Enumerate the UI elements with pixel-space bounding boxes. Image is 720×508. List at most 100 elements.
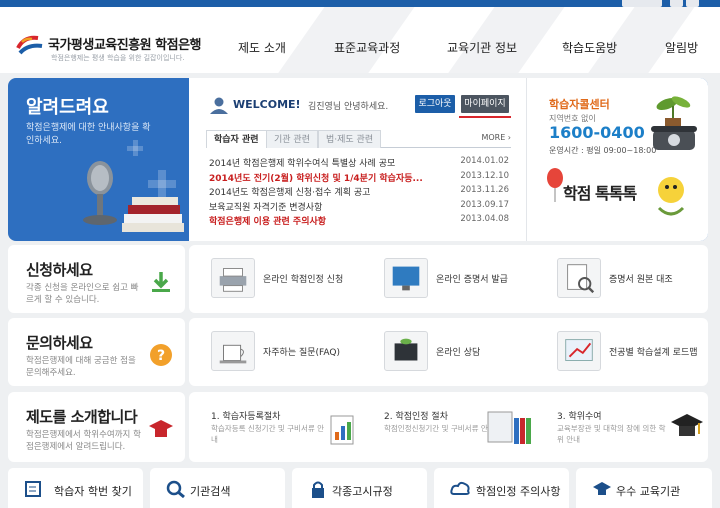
more-label: MORE — [481, 133, 506, 142]
more-link[interactable]: MORE › — [481, 133, 511, 142]
notice-title-text[interactable]: 보육교직원 자격기준 변경사항 — [209, 200, 444, 213]
monitor-icon — [384, 258, 428, 298]
apply-services: 온라인 학점인정 신청 온라인 증명서 발급 증명서 원본 대조 — [189, 245, 708, 313]
service-online-credit[interactable]: 온라인 학점인정 신청 — [189, 245, 362, 313]
notice-row[interactable]: 학점은행제 이용 관련 주의사항 2013.04.08 — [209, 214, 509, 229]
lock-icon — [312, 481, 324, 498]
chart-documents-icon — [330, 415, 354, 445]
step-title: 1. 학습자등록절차 — [211, 412, 281, 422]
ask-section: 문의하세요 학점은행제에 대해 궁금한 점을 문의해주세요. ? 자주하는 질문… — [8, 318, 708, 386]
service-label: 전공별 학습설계 로드맵 — [609, 348, 698, 358]
notice-row[interactable]: 2014년도 학점은행제 신청·접수 계획 공고 2013.11.26 — [209, 185, 509, 200]
service-label: 온라인 상담 — [436, 348, 481, 358]
step-registration[interactable]: 1. 학습자등록절차 학습자등록 신청기간 및 구비서류 안내 — [189, 392, 362, 460]
notice-date: 2013.12.10 — [460, 170, 509, 181]
bottom-link-label: 학습자 학번 찾기 — [54, 485, 132, 498]
tab-learner[interactable]: 학습자 관련 — [206, 130, 267, 148]
notice-title: 알려드려요 — [26, 97, 109, 118]
document-search-icon — [25, 481, 41, 497]
apply-section: 신청하세요 각종 신청을 온라인으로 쉽고 빠르게 할 수 있습니다. 온라인 … — [8, 245, 708, 313]
ask-title: 문의하세요 — [26, 334, 93, 352]
bottom-link-learner-number[interactable]: 학습자 학번 찾기 — [8, 468, 143, 508]
bottom-link-excellent-institution[interactable]: 우수 교육기관 — [576, 468, 712, 508]
apply-title: 신청하세요 — [26, 261, 93, 279]
question-bubble-icon: ? — [150, 344, 172, 366]
download-arrow-icon — [152, 272, 170, 292]
roadmap-icon — [557, 331, 601, 371]
nav-item-learning-help[interactable]: 학습도움방 — [562, 39, 617, 56]
notice-title-text[interactable]: 2014년도 전기(2월) 학위신청 및 1/4분기 학습자등... — [209, 171, 444, 184]
step-degree[interactable]: 3. 학위수여 교육부장관 및 대학의 장에 의한 학위 안내 — [535, 392, 708, 460]
nav-item-system-intro[interactable]: 제도 소개 — [238, 39, 286, 56]
certificate-books-icon — [487, 411, 531, 444]
ask-panel[interactable]: 문의하세요 학점은행제에 대해 궁금한 점을 문의해주세요. ? — [8, 318, 185, 386]
mypage-underline — [459, 116, 511, 118]
notice-row[interactable]: 2014년 학점은행제 학위수여식 특별상 사례 공모 2014.01.02 — [209, 156, 509, 171]
step-description: 학습자등록 신청기간 및 구비서류 안내 — [211, 424, 325, 444]
mypage-button[interactable]: 마이페이지 — [461, 95, 509, 113]
notice-tabs: 학습자 관련 기관 관련 법·제도 관련 MORE › — [206, 130, 511, 148]
banner-text[interactable]: 학점 톡톡톡 — [563, 180, 637, 204]
service-roadmap[interactable]: 전공별 학습설계 로드맵 — [535, 318, 708, 386]
bottom-link-credit-caution[interactable]: 학점인정 주의사항 — [434, 468, 569, 508]
apply-description: 각종 신청을 온라인으로 쉽고 빠르게 할 수 있습니다. — [26, 283, 139, 305]
logout-button[interactable]: 로그아웃 — [415, 95, 455, 113]
top-bar — [0, 0, 720, 7]
graduation-cap-icon — [593, 482, 611, 495]
document-magnifier-icon — [557, 258, 601, 298]
notice-date: 2013.11.26 — [460, 185, 509, 195]
printer-icon — [211, 258, 255, 298]
service-online-consult[interactable]: 온라인 상담 — [362, 318, 535, 386]
nav-item-notice[interactable]: 알림방 — [665, 39, 698, 56]
intro-description: 학점은행제에서 학위수여까지 학점은행제에서 알려드립니다. — [26, 430, 141, 452]
intro-panel[interactable]: 제도를 소개합니다 학점은행제에서 학위수여까지 학점은행제에서 알려드립니다. — [8, 392, 185, 462]
plant-monitor-icon — [384, 331, 428, 371]
tab-law[interactable]: 법·제도 관련 — [318, 130, 382, 148]
step-credit-recognition[interactable]: 2. 학점인정 절차 학점인정신청기간 및 구비서류 안내 — [362, 392, 535, 460]
bottom-link-institution-search[interactable]: 기관검색 — [150, 468, 285, 508]
notice-panel: 알려드려요 학점은행제에 대한 안내사항을 확인하세요. WELCOME! 김진… — [8, 78, 708, 241]
bottom-link-regulations[interactable]: 각종고시규정 — [292, 468, 427, 508]
top-util-button[interactable] — [686, 0, 699, 7]
cloud-icon — [450, 481, 470, 495]
nav-item-institution-info[interactable]: 교육기관 정보 — [447, 39, 517, 56]
nav-item-standard-curriculum[interactable]: 표준교육과정 — [334, 39, 400, 56]
logo-subtitle: 학점은행제는 평생 학습을 위한 길잡이입니다. — [51, 54, 185, 62]
service-online-certificate[interactable]: 온라인 증명서 발급 — [362, 245, 535, 313]
top-util-button[interactable] — [622, 0, 662, 7]
service-certificate-verify[interactable]: 증명서 원본 대조 — [535, 245, 708, 313]
step-description: 학점인정신청기간 및 구비서류 안내 — [384, 424, 495, 433]
graduation-hat-icon — [671, 414, 703, 436]
notice-date: 2014.01.02 — [460, 156, 509, 166]
intro-title: 제도를 소개합니다 — [26, 408, 138, 426]
coffee-cup-icon — [211, 331, 255, 371]
bottom-link-label: 학점인정 주의사항 — [476, 485, 561, 498]
notice-date: 2013.04.08 — [460, 214, 509, 224]
intro-section: 제도를 소개합니다 학점은행제에서 학위수여까지 학점은행제에서 알려드립니다.… — [8, 392, 708, 462]
notice-date: 2013.09.17 — [460, 199, 509, 210]
service-faq[interactable]: 자주하는 질문(FAQ) — [189, 318, 362, 386]
top-util-button[interactable] — [670, 0, 683, 7]
apply-panel[interactable]: 신청하세요 각종 신청을 온라인으로 쉽고 빠르게 할 수 있습니다. — [8, 245, 185, 313]
search-icon — [166, 480, 185, 498]
notice-title-text[interactable]: 2014년 학점은행제 학위수여식 특별상 사례 공모 — [209, 156, 444, 169]
notice-row[interactable]: 2014년도 전기(2월) 학위신청 및 1/4분기 학습자등... 2013.1… — [209, 171, 509, 186]
welcome-user-text: 김진영님 안녕하세요. — [308, 102, 389, 112]
welcome-label: WELCOME! — [233, 98, 301, 111]
service-label: 증명서 원본 대조 — [609, 275, 673, 285]
bottom-link-label: 기관검색 — [190, 485, 231, 498]
phone-plant-icon — [651, 96, 697, 150]
logo-icon[interactable] — [16, 34, 44, 56]
notice-row[interactable]: 보육교직원 자격기준 변경사항 2013.09.17 — [209, 200, 509, 215]
service-label: 온라인 증명서 발급 — [436, 275, 508, 285]
step-title: 3. 학위수여 — [557, 412, 602, 422]
notice-title-text[interactable]: 2014년도 학점은행제 신청·접수 계획 공고 — [209, 185, 444, 198]
notice-list: 2014년 학점은행제 학위수여식 특별상 사례 공모 2014.01.02 20… — [209, 156, 509, 229]
service-label: 온라인 학점인정 신청 — [263, 275, 344, 285]
microphone-books-illustration — [83, 161, 184, 232]
tab-institution[interactable]: 기관 관련 — [266, 130, 318, 148]
step-description: 교육부장관 및 대학의 장에 의한 학위 안내 — [557, 424, 666, 444]
notice-title-text[interactable]: 학점은행제 이용 관련 주의사항 — [209, 214, 444, 227]
logo-title[interactable]: 국가평생교육진흥원 학점은행 — [48, 34, 202, 53]
callcenter-hours: 운영시간 : 평일 09:00~18:00 — [549, 146, 657, 155]
